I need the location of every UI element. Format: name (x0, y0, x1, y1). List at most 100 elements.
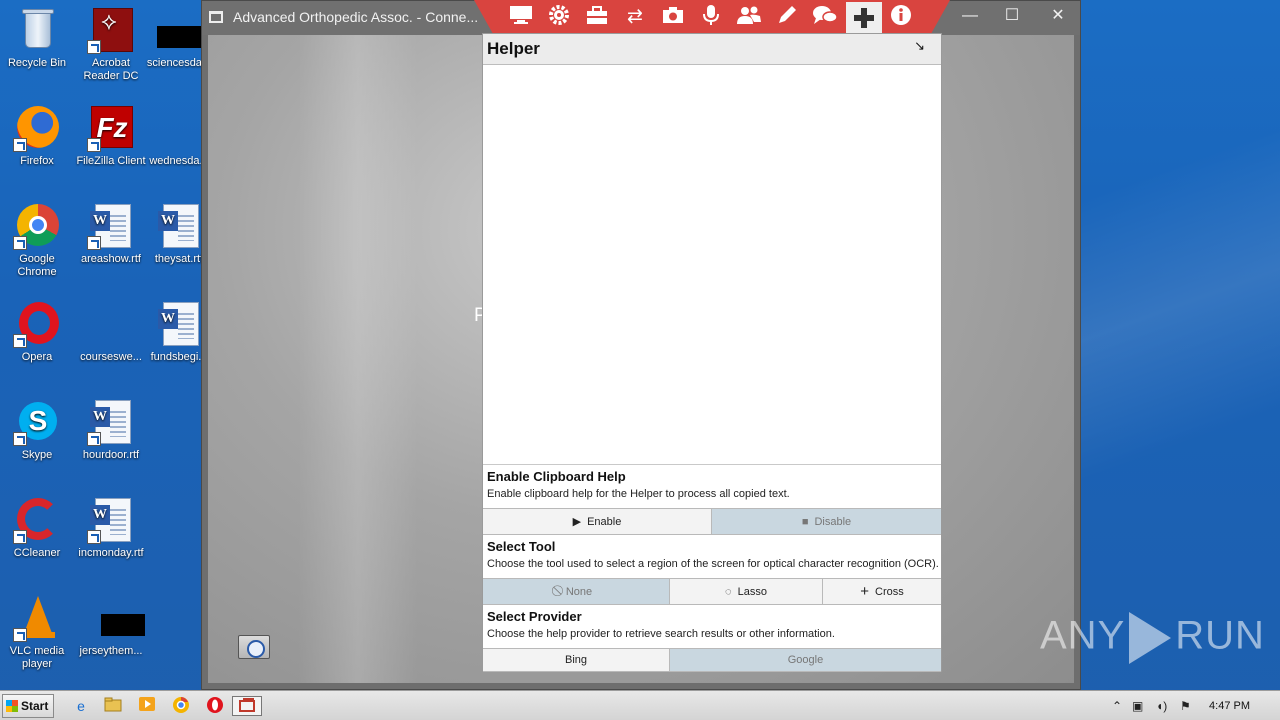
desktop-icon-chrome[interactable]: Google Chrome (0, 202, 74, 279)
ie-icon[interactable]: e (70, 696, 92, 716)
desktop-icon-areashow[interactable]: W areashow.rtf (74, 202, 148, 266)
clock[interactable]: 4:47 PM (1209, 700, 1250, 712)
desktop-icon-jerseythem[interactable]: jerseythem... (74, 594, 148, 658)
chat-icon[interactable] (810, 4, 840, 30)
provider-google-button[interactable]: Google (670, 649, 941, 671)
desktop-icon-acrobat[interactable]: ⟡ Acrobat Reader DC (74, 6, 148, 83)
button-label: None (565, 585, 593, 598)
disable-button[interactable]: ■ Disable (712, 509, 941, 534)
info-icon[interactable] (886, 4, 916, 30)
opera-icon[interactable] (204, 696, 226, 716)
chrome-icon[interactable] (170, 696, 192, 716)
volume-icon[interactable]: ◖) (1156, 699, 1167, 713)
vlc-icon (13, 594, 61, 642)
desktop-icon-label: jerseythem... (79, 645, 143, 657)
pencil-icon[interactable] (772, 4, 802, 30)
clipboard-section: Enable Clipboard Help Enable clipboard h… (483, 465, 941, 508)
desktop-icon-opera[interactable]: Opera (0, 300, 74, 364)
provider-bing-button[interactable]: Bing (483, 649, 670, 671)
show-hidden-icons-icon[interactable]: ⌃ (1112, 699, 1122, 713)
resize-arrow-icon[interactable]: ↘ (914, 38, 925, 54)
play-logo-icon (1129, 612, 1172, 664)
desktop-icon-incmonday[interactable]: W incmonday.rtf (74, 496, 148, 560)
desktop-icon-recycle-bin[interactable]: Recycle Bin (0, 6, 74, 70)
desktop-icon-label: VLC media player (9, 645, 65, 670)
section-title: Select Tool (487, 539, 556, 554)
button-label: Google (787, 654, 824, 666)
start-button[interactable]: Start (2, 694, 54, 718)
start-label: Start (21, 699, 49, 713)
camera-icon[interactable] (658, 4, 688, 30)
desktop-icon-skype[interactable]: S Skype (0, 398, 74, 462)
network-icon[interactable]: ▣ (1132, 699, 1143, 713)
desktop-icon-label: Google Chrome (17, 253, 57, 278)
tool-lasso-button[interactable]: ◌ Lasso (670, 579, 823, 604)
firefox-icon (13, 104, 61, 152)
watermark-text-right: RUN (1175, 613, 1265, 658)
desktop-icon-filezilla[interactable]: Fz FileZilla Client (74, 104, 148, 168)
desktop-icon-label: Opera (21, 351, 53, 363)
filezilla-icon: Fz (87, 104, 135, 152)
ccleaner-icon (13, 496, 61, 544)
wallpaper-swoosh (1081, 60, 1280, 690)
session-toolbar: ⇄ (474, 0, 950, 34)
anyrun-watermark: ANY RUN (1040, 612, 1265, 664)
helper-results-area[interactable] (483, 65, 941, 465)
helper-header: Helper ↘ (483, 34, 941, 65)
button-label: Bing (564, 654, 588, 666)
word-doc-icon: W (155, 300, 203, 348)
play-icon: ▶ (572, 516, 582, 528)
tool-section: Select Tool Choose the tool used to sele… (483, 535, 941, 578)
toolbox-icon[interactable] (582, 4, 612, 30)
desktop-icon-label: hourdoor.rtf (82, 449, 140, 461)
system-tray: ⌃ ▣ ◖) ⚑ (1108, 691, 1280, 720)
button-label: Disable (814, 515, 852, 528)
desktop-icon-firefox[interactable]: Firefox (0, 104, 74, 168)
media-player-icon[interactable] (136, 696, 158, 716)
close-button[interactable]: ✕ (1040, 5, 1076, 29)
minimize-button[interactable]: — (952, 5, 988, 29)
button-label: Cross (875, 585, 904, 598)
desktop-icon-label: CCleaner (13, 547, 61, 559)
skype-icon: S (13, 398, 61, 446)
explorer-icon[interactable] (102, 696, 124, 716)
users-icon[interactable] (734, 4, 764, 30)
file-icon (87, 300, 135, 348)
microphone-icon[interactable] (696, 4, 726, 30)
section-title: Select Provider (487, 609, 582, 624)
lasso-icon: ◌ (725, 585, 732, 598)
section-description: Choose the tool used to select a region … (487, 558, 939, 570)
remote-session-icon[interactable] (232, 696, 262, 716)
provider-selector: Bing Google (483, 648, 941, 672)
desktop-icon-label: Firefox (20, 155, 54, 167)
desktop-icon-label: incmonday.rtf (78, 547, 144, 559)
monitor-icon[interactable] (506, 4, 536, 30)
enable-button[interactable]: ▶ Enable (483, 509, 712, 534)
plus-icon[interactable] (846, 2, 882, 34)
button-label: Enable (587, 515, 622, 528)
cross-icon: + (860, 583, 870, 600)
tool-none-button[interactable]: ⃠ None (483, 579, 670, 604)
maximize-button[interactable]: ☐ (994, 5, 1030, 29)
desktop-icon-ccleaner[interactable]: CCleaner (0, 496, 74, 560)
tool-cross-button[interactable]: + Cross (823, 579, 941, 604)
word-doc-icon: W (87, 202, 135, 250)
remote-action-button[interactable] (238, 635, 270, 659)
desktop-icon-hourdoor[interactable]: W hourdoor.rtf (74, 398, 148, 462)
desktop-icon-label: Acrobat Reader DC (83, 57, 139, 82)
desktop-icon-courseswe[interactable]: courseswe... (74, 300, 148, 364)
section-title: Enable Clipboard Help (487, 469, 626, 484)
helper-title: Helper (487, 39, 540, 58)
file-icon (87, 594, 145, 642)
desktop-icon-label: courseswe... (80, 351, 142, 363)
watermark-text-left: ANY (1040, 613, 1126, 658)
action-center-flag-icon[interactable]: ⚑ (1180, 699, 1191, 713)
button-label: Lasso (737, 585, 767, 598)
gear-icon[interactable] (544, 4, 574, 30)
file-icon (155, 104, 203, 152)
window-icon (209, 11, 223, 23)
desktop-icon-vlc[interactable]: VLC media player (0, 594, 74, 671)
window-title: Advanced Orthopedic Assoc. - Conne... (233, 9, 479, 25)
transfer-icon[interactable]: ⇄ (620, 4, 650, 30)
word-doc-icon: W (87, 496, 135, 544)
